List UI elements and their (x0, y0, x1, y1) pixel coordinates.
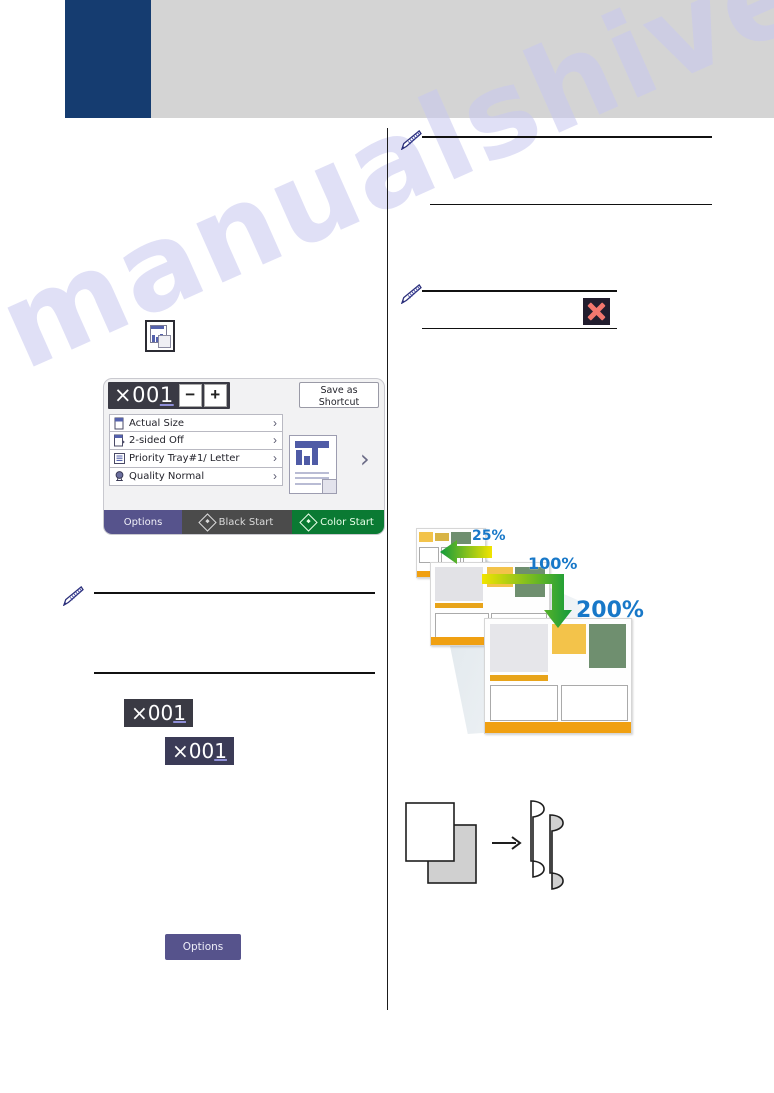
options-button-callout[interactable]: Options (165, 934, 241, 960)
zoom-badge-callout-2: ×001 (165, 737, 234, 765)
color-start-button[interactable]: Color Start (292, 510, 384, 534)
save-as-shortcut-button[interactable]: Save as Shortcut (299, 382, 379, 408)
red-x-icon (583, 298, 610, 325)
note-rule-top (422, 290, 617, 292)
lcd-row-label: Priority Tray#1/ Letter (129, 453, 240, 464)
note-rule-bottom (94, 672, 375, 674)
chevron-right-icon: › (273, 416, 277, 430)
header-gray-band (151, 0, 774, 118)
start-diamond-icon (299, 512, 318, 532)
column-divider (387, 128, 388, 1010)
note-rule-top (94, 592, 375, 594)
note-rule-bottom (422, 328, 617, 329)
plus-button[interactable]: + (203, 384, 227, 407)
color-start-label: Color Start (320, 516, 374, 528)
lcd-row-label: Quality Normal (129, 471, 205, 482)
pencil-icon (62, 586, 84, 606)
document-preview-icon (145, 320, 175, 352)
page-icon (113, 417, 126, 430)
manual-page: manualshive.com ×001 − + Save as Shortcu… (0, 0, 774, 1093)
lcd-row-quality[interactable]: Quality Normal › (109, 468, 283, 486)
label-25-percent: 25% (472, 528, 506, 544)
shortcut-line1: Save as (320, 385, 358, 396)
pencil-icon (400, 130, 422, 150)
zoom-badge-callout-1: ×001 (124, 699, 193, 727)
chevron-right-icon: › (273, 433, 277, 447)
lcd-action-bar: Options Black Start Color Start (104, 510, 384, 534)
options-callout-label: Options (182, 941, 224, 953)
black-start-label: Black Start (218, 516, 274, 528)
lcd-row-label: Actual Size (129, 417, 185, 429)
chevron-right-icon: › (273, 451, 277, 465)
options-button-label: Options (123, 516, 163, 528)
note-rule-top (422, 136, 712, 138)
preview-thumbnail[interactable] (289, 435, 337, 494)
scaling-figure: 25% 100% 200% (412, 522, 674, 740)
copies-stepper[interactable]: − + (177, 384, 227, 407)
chevron-right-icon: › (273, 469, 277, 483)
arrow-right-icon (492, 836, 522, 850)
tray-icon (113, 452, 126, 465)
options-button[interactable]: Options (104, 510, 182, 534)
quality-icon (113, 470, 126, 483)
shortcut-line2: Shortcut (318, 396, 360, 408)
zoom-value-badge: ×001 − + (108, 382, 230, 409)
pencil-icon (400, 284, 422, 304)
lcd-row-actual-size[interactable]: Actual Size › (109, 414, 283, 432)
preview-next-chevron-icon[interactable]: › (360, 447, 370, 471)
label-200-percent: 200% (576, 598, 644, 623)
note-rule-bottom (430, 204, 712, 205)
minus-button[interactable]: − (178, 384, 202, 407)
paper-curl-figure (400, 785, 590, 895)
label-100-percent: 100% (528, 554, 578, 573)
zoom-value: ×001 (114, 383, 174, 407)
lcd-copy-screen[interactable]: ×001 − + Save as Shortcut Actual Size › (103, 378, 385, 535)
two-sided-icon (113, 434, 126, 447)
lcd-row-paper-tray[interactable]: Priority Tray#1/ Letter › (109, 450, 283, 468)
black-start-button[interactable]: Black Start (182, 510, 292, 534)
lcd-row-2-sided[interactable]: 2-sided Off › (109, 432, 283, 450)
lcd-row-label: 2-sided Off (129, 435, 184, 446)
header-navy-block (65, 0, 151, 118)
lcd-top-bar: ×001 − + Save as Shortcut (104, 379, 384, 412)
lcd-settings-list: Actual Size › 2-sided Off › Priority Tra… (109, 414, 283, 486)
start-diamond-icon (197, 512, 217, 532)
